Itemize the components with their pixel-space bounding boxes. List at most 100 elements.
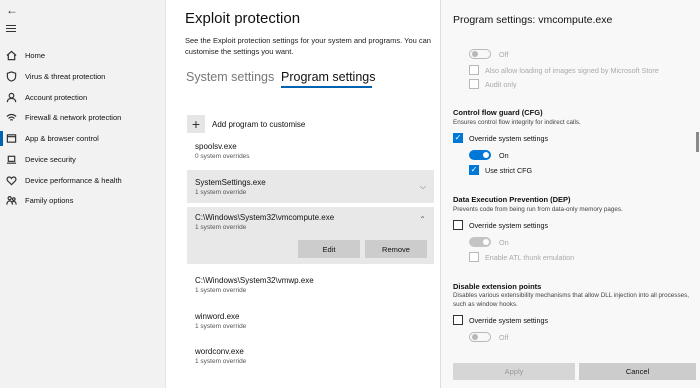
shield-icon xyxy=(5,71,17,83)
remove-button[interactable]: Remove xyxy=(365,240,427,258)
toggle-label: On xyxy=(499,237,509,247)
program-overrides: 1 system override xyxy=(195,287,247,294)
chevron-up-icon[interactable]: ⌃ xyxy=(419,215,426,224)
nav-item-device-performance-health[interactable]: Device performance & health xyxy=(0,170,166,191)
program-overrides: 1 system override xyxy=(195,224,247,231)
program-overrides: 0 system overrides xyxy=(195,153,250,160)
toggle-label: Off xyxy=(499,49,509,59)
also-allow-checkbox-row[interactable]: Also allow loading of images signed by M… xyxy=(469,65,659,75)
add-program-button[interactable]: + Add program to customise xyxy=(187,115,305,133)
description-line: such as window hooks. xyxy=(453,300,518,308)
nav-item-family-options[interactable]: Family options xyxy=(0,190,166,211)
page-title: Exploit protection xyxy=(185,10,301,27)
dep-override-checkbox-row[interactable]: Override system settings xyxy=(453,220,548,230)
checkbox[interactable] xyxy=(469,252,479,262)
dep-toggle-row[interactable]: On xyxy=(469,237,509,247)
program-item-wordconv[interactable]: wordconv.exe 1 system override xyxy=(187,347,434,365)
wifi-icon xyxy=(5,112,17,124)
nav-item-label: Device security xyxy=(25,155,76,164)
toggle-switch[interactable] xyxy=(469,150,491,160)
edit-button[interactable]: Edit xyxy=(298,240,360,258)
cfg-override-checkbox-row[interactable]: Override system settings xyxy=(453,133,548,143)
checkbox-label: Use strict CFG xyxy=(485,165,533,175)
program-item-winword[interactable]: winword.exe 1 system override xyxy=(187,312,434,330)
cancel-button[interactable]: Cancel xyxy=(579,363,696,380)
nav-item-device-security[interactable]: Device security xyxy=(0,149,166,170)
nav-item-label: Home xyxy=(25,51,46,60)
hamburger-menu-icon[interactable] xyxy=(6,25,16,34)
checkbox[interactable] xyxy=(453,220,463,230)
description-line: Disables various extensibility mechanism… xyxy=(453,292,690,299)
tab-system-settings[interactable]: System settings xyxy=(186,70,274,84)
nav-item-label: Virus & threat protection xyxy=(25,72,106,81)
heart-icon xyxy=(5,175,17,187)
apply-button[interactable]: Apply xyxy=(453,363,575,380)
app-window-icon xyxy=(5,133,17,145)
back-arrow-icon[interactable]: ← xyxy=(6,3,18,17)
tab-program-settings[interactable]: Program settings xyxy=(281,70,375,84)
toggle-switch[interactable] xyxy=(469,332,491,342)
nav-item-home[interactable]: Home xyxy=(0,45,166,66)
nav-item-label: Device performance & health xyxy=(25,176,122,185)
program-overrides: 1 system override xyxy=(195,323,247,330)
extension-points-description: Disables various extensibility mechanism… xyxy=(453,292,698,309)
program-overrides: 1 system override xyxy=(195,189,247,196)
program-name: winword.exe xyxy=(195,312,240,321)
checkbox-label: Audit only xyxy=(485,79,517,89)
program-name: SystemSettings.exe xyxy=(195,178,266,187)
program-item-spoolsv[interactable]: spoolsv.exe 0 system overrides xyxy=(187,142,434,160)
dep-heading: Data Execution Prevention (DEP) xyxy=(453,195,571,204)
program-settings-flyout: Program settings: vmcompute.exe Off Also… xyxy=(440,0,700,388)
checkbox[interactable] xyxy=(469,65,479,75)
nav-item-firewall-network-protection[interactable]: Firewall & network protection xyxy=(0,107,166,128)
cfg-toggle-row[interactable]: On xyxy=(469,150,509,160)
plus-icon: + xyxy=(187,115,205,133)
toggle-label: On xyxy=(499,150,509,160)
extension-points-override-checkbox-row[interactable]: Override system settings xyxy=(453,315,548,325)
nav-item-label: Account protection xyxy=(25,93,88,102)
strict-cfg-checkbox-row[interactable]: Use strict CFG xyxy=(469,165,532,175)
nav-item-app-browser-control[interactable]: App & browser control xyxy=(0,128,166,149)
checkbox-checked[interactable] xyxy=(453,133,463,143)
description-line: customise the settings you want. xyxy=(185,46,294,56)
selected-tab-indicator xyxy=(281,86,372,88)
checkbox-label: Also allow loading of images signed by M… xyxy=(485,65,659,75)
checkbox-label: Override system settings xyxy=(469,315,549,325)
program-name: C:\Windows\System32\vmcompute.exe xyxy=(195,213,335,222)
cfg-description: Ensures control flow integrity for indir… xyxy=(453,119,581,126)
nav-item-account-protection[interactable]: Account protection xyxy=(0,87,166,108)
main-pane: Exploit protection See the Exploit prote… xyxy=(166,0,440,388)
checkbox[interactable] xyxy=(469,79,479,89)
chevron-down-icon[interactable]: ⌵ xyxy=(420,182,426,192)
laptop-icon xyxy=(5,154,17,166)
program-name: wordconv.exe xyxy=(195,347,244,356)
program-item-vmwp[interactable]: C:\Windows\System32\vmwp.exe 1 system ov… xyxy=(187,276,434,294)
program-name: C:\Windows\System32\vmwp.exe xyxy=(195,276,314,285)
extension-points-heading: Disable extension points xyxy=(453,282,542,291)
dep-description: Prevents code from being run from data-o… xyxy=(453,206,623,213)
scrollbar-thumb[interactable] xyxy=(696,132,699,152)
atl-thunk-checkbox-row[interactable]: Enable ATL thunk emulation xyxy=(469,252,574,262)
nav-item-virus-threat-protection[interactable]: Virus & threat protection xyxy=(0,66,166,87)
checkbox-checked[interactable] xyxy=(469,165,479,175)
toggle-switch[interactable] xyxy=(469,49,491,59)
checkbox-label: Override system settings xyxy=(469,133,549,143)
checkbox-label: Override system settings xyxy=(469,220,549,230)
family-icon xyxy=(5,195,17,207)
home-icon xyxy=(5,50,17,62)
top-mitigation-toggle-row[interactable]: Off xyxy=(469,49,508,59)
audit-only-checkbox-row[interactable]: Audit only xyxy=(469,79,517,89)
checkbox[interactable] xyxy=(453,315,463,325)
nav-item-label: App & browser control xyxy=(25,134,99,143)
extension-points-toggle-row[interactable]: Off xyxy=(469,332,508,342)
program-item-vmcompute-expanded[interactable]: C:\Windows\System32\vmcompute.exe 1 syst… xyxy=(187,207,434,264)
program-overrides: 1 system override xyxy=(195,358,247,365)
person-icon xyxy=(5,92,17,104)
toggle-label: Off xyxy=(499,332,509,342)
program-item-systemsettings[interactable]: SystemSettings.exe 1 system override ⌵ xyxy=(187,170,434,203)
page-description: See the Exploit protection settings for … xyxy=(185,36,445,57)
add-program-label: Add program to customise xyxy=(212,119,306,129)
toggle-switch[interactable] xyxy=(469,237,491,247)
checkbox-label: Enable ATL thunk emulation xyxy=(485,252,575,262)
nav-item-label: Family options xyxy=(25,196,74,205)
